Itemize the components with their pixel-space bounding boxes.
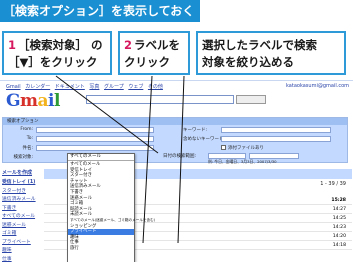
step-number: 1 [8,38,17,52]
gbar-link[interactable]: グループ [104,84,124,90]
callout-step-2: 2 ラベルを クリック [118,31,190,75]
callout-text: 選択したラベルで検索 [202,38,317,52]
compose-link[interactable]: メールを作成 [2,169,40,176]
step-number: 2 [124,38,133,52]
callout-text: ラベルを [134,38,181,52]
gbar-link[interactable]: ウェブ [128,84,143,90]
from-field[interactable] [36,127,154,133]
date-range-label: 日付の検索範囲: [163,154,197,159]
subject-label: 件名: [22,146,33,151]
attachment-label: 添付ファイルあり [228,146,264,151]
sidebar-item-trash[interactable]: ゴミ箱 [2,230,40,239]
sidebar-item-all-mail[interactable]: すべてのメール [2,213,40,222]
exclude-label: 含めないキーワード: [183,137,226,142]
callout-text: クリック [124,55,170,69]
sidebar-label-hobby[interactable]: 趣味 [2,247,40,256]
gbar-link[interactable]: 写真 [89,84,99,90]
gbar-link[interactable]: カレンダー [25,84,50,90]
callout-note: 選択したラベルで検索 対象を絞り込める [196,31,346,75]
sidebar: メールを作成 受信トレイ (1) スター付き 送信済みメール 下書き すべてのメ… [2,169,40,262]
search-target-label: 検索対象: [13,155,33,160]
row-time: 14:27 [332,207,346,212]
sidebar-item-sent[interactable]: 送信済みメール [2,196,40,205]
dropdown-selected[interactable]: すべてのメール [68,154,134,161]
search-input[interactable] [86,95,234,104]
row-time: 14:25 [332,216,346,221]
sidebar-item-spam[interactable]: 迷惑メール [2,222,40,231]
sidebar-label-private[interactable]: プライベート [2,239,40,248]
gmail-logo[interactable]: Gmail [6,91,60,111]
row-time: 15:28 [331,198,346,203]
dropdown-option[interactable]: すべてのメール(迷惑メール、ゴミ箱のメールを含む) [68,218,155,224]
callout-step-1: 1 ［検索対象］ の ［▼］をクリック [2,31,112,75]
sidebar-item-inbox[interactable]: 受信トレイ (1) [2,179,40,188]
subject-field[interactable] [36,145,154,151]
gbar-link[interactable]: Gmail [6,84,21,90]
gbar-link[interactable]: ドキュメント [55,84,85,90]
to-field[interactable] [36,136,154,142]
search-target-dropdown[interactable]: すべてのメール すべてのメール 受信トレイ スター付き チャット 送信済みメール… [67,153,155,262]
search-options-panel: 検索オプション From: To: 件名: 検索対象: キーワード: 含めないキ… [2,117,348,164]
sidebar-label-work[interactable]: 仕事 [2,256,40,262]
row-time: 14:23 [332,225,346,230]
callout-text: 対象を絞り込める [202,55,294,69]
dropdown-options: すべてのメール 受信トレイ スター付き チャット 送信済みメール 下書き 迷惑メ… [68,162,155,252]
page-title: ［検索オプション］を表示しておく [0,0,200,22]
row-time: 14:18 [332,243,346,248]
google-bar: Gmail カレンダー ドキュメント 写真 グループ ウェブ その他 [6,83,166,90]
gbar-link[interactable]: その他 [148,84,163,90]
callout-text: ［▼］をクリック [8,55,98,69]
panel-title: 検索オプション [3,118,347,125]
dropdown-option[interactable]: 旅行 [68,246,134,252]
from-label: From: [20,127,33,132]
to-label: To: [26,136,33,141]
exclude-field[interactable] [221,136,331,142]
sidebar-item-starred[interactable]: スター付き [2,188,40,197]
search-button[interactable] [236,95,266,104]
date-hint: 例: 今日、金曜日、3月3日、2007/3/30 [208,159,277,164]
account-email: kataokasumi@gmail.com [285,83,349,89]
keywords-field[interactable] [221,127,331,133]
callout-text: ［検索対象］ の [18,38,103,52]
attachment-checkbox[interactable] [221,145,226,150]
keywords-label: キーワード: [183,128,208,133]
row-time: 14:20 [332,234,346,239]
sidebar-item-drafts[interactable]: 下書き [2,205,40,214]
gmail-screenshot: Gmail カレンダー ドキュメント 写真 グループ ウェブ その他 katao… [0,80,353,262]
pager: 1 - 39 / 39 [320,181,346,187]
